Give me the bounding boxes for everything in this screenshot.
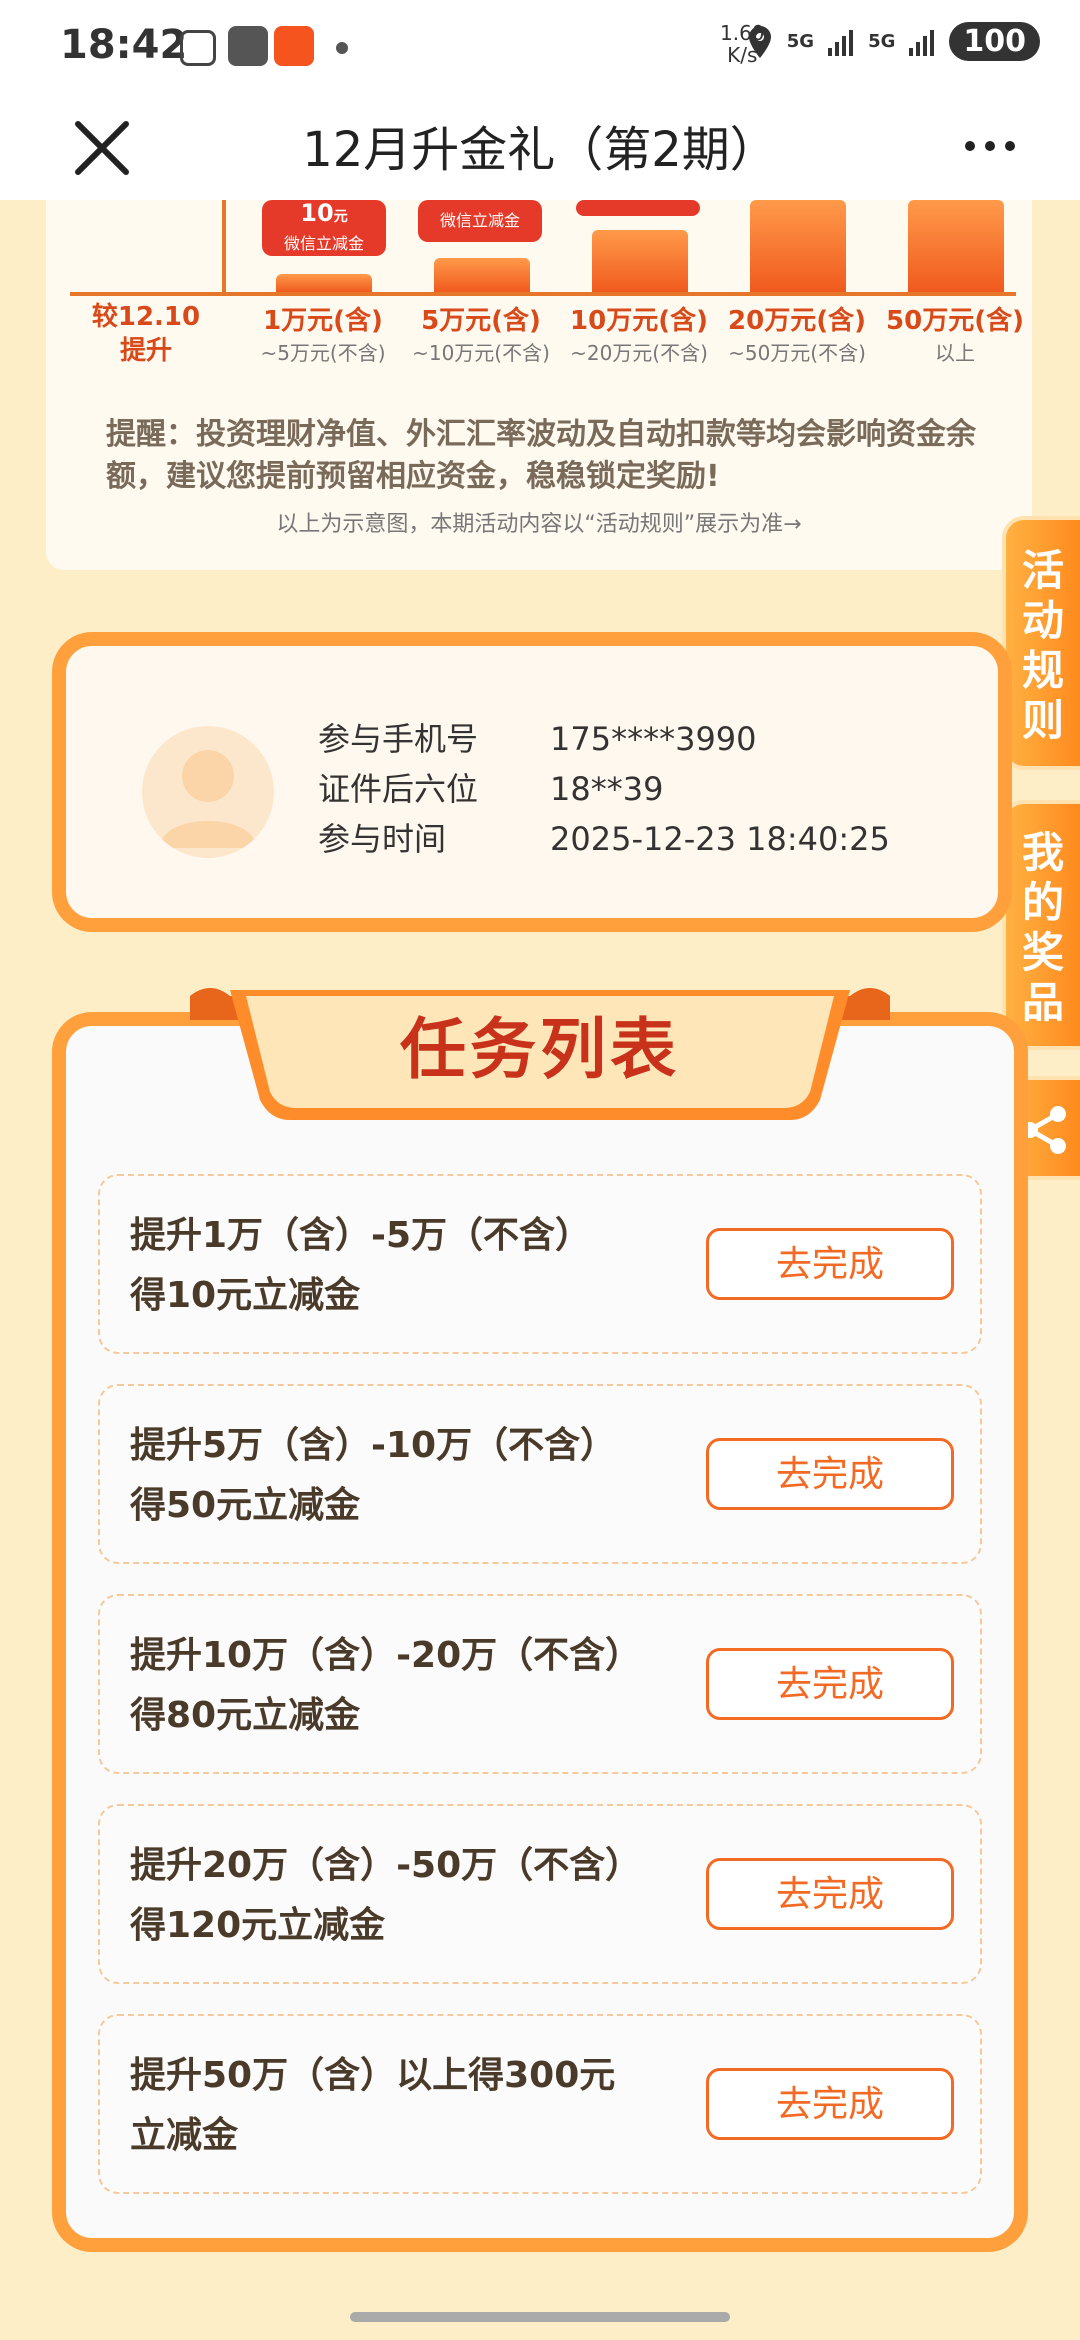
nav-bar: 12月升金礼（第2期）: [0, 96, 1080, 200]
avatar: [142, 726, 274, 858]
chart-bar-5: [908, 200, 1004, 292]
info-row-phone: 参与手机号 175****3990: [318, 720, 757, 758]
coupon-badge: 10元 微信立减金: [262, 200, 386, 256]
battery-level: 100: [949, 22, 1040, 61]
coupon-value: 10元: [300, 199, 348, 227]
chart-y-axis: [222, 200, 226, 292]
task-item-1: 提升1万（含）-5万（不含） 得10元立减金 去完成: [98, 1174, 982, 1354]
complete-task-button[interactable]: 去完成: [706, 1858, 954, 1930]
chart-x-axis: [70, 292, 1016, 296]
rules-note-link[interactable]: 以上为示意图，本期活动内容以“活动规则”展示为准→: [46, 506, 1032, 538]
my-prizes-tab[interactable]: 我的奖品: [1002, 800, 1080, 1050]
reward-chart-card: 10元 微信立减金 微信立减金 较12.10提升 1万元(含) ~5万元(不含) …: [46, 200, 1032, 570]
task-item-3: 提升10万（含）-20万（不含） 得80元立减金 去完成: [98, 1594, 982, 1774]
task-desc: 提升20万（含）-50万（不含） 得120元立减金: [130, 1845, 642, 1946]
chart-bar-1: [276, 274, 372, 292]
info-row-id: 证件后六位 18**39: [318, 770, 664, 808]
coupon-label: 微信立减金: [283, 234, 364, 253]
tier-label-3: 10万元(含) ~20万元(不含): [570, 306, 708, 365]
tier-label-5: 50万元(含) 以上: [886, 306, 1024, 365]
status-bar: 18:42 1.60 K/s 5G 5G 100: [0, 0, 1080, 96]
complete-task-button[interactable]: 去完成: [706, 1438, 954, 1510]
screenshot-icon: [180, 30, 216, 66]
app-orange-icon: [274, 26, 314, 66]
complete-task-button[interactable]: 去完成: [706, 1228, 954, 1300]
home-indicator[interactable]: [350, 2312, 730, 2322]
network-type-2: 5G: [868, 30, 896, 52]
task-list-title: 任务列表: [400, 1011, 680, 1088]
status-time: 18:42: [60, 22, 188, 68]
notification-dot-icon: [336, 42, 348, 54]
chart-first-label: 较12.10提升: [91, 302, 201, 366]
app-check-icon: [228, 26, 268, 66]
activity-rules-tab[interactable]: 活动规则: [1002, 516, 1080, 770]
participant-info-card: 参与手机号 175****3990 证件后六位 18**39 参与时间 2025-12…: [52, 632, 1012, 932]
coupon-label-2: 微信立减金: [439, 211, 520, 230]
chart-bar-2: [434, 258, 530, 292]
coupon-badge-2: 微信立减金: [418, 200, 542, 242]
status-right-group: 5G 5G 100: [747, 22, 1040, 61]
coupon-badge-3: [576, 200, 700, 216]
tier-label-4: 20万元(含) ~50万元(不含): [728, 306, 866, 365]
signal-icon-2: [909, 29, 935, 56]
page-title: 12月升金礼（第2期）: [302, 122, 778, 178]
activity-rules-label: 活动规则: [1021, 546, 1064, 745]
chart-bar-3: [592, 230, 688, 292]
id-value: 18**39: [550, 770, 664, 808]
task-item-5: 提升50万（含）以上得300元 立减金 去完成: [98, 2014, 982, 2194]
user-avatar-icon: [160, 750, 256, 848]
my-prizes-label: 我的奖品: [1021, 828, 1064, 1027]
task-item-4: 提升20万（含）-50万（不含） 得120元立减金 去完成: [98, 1804, 982, 1984]
task-desc: 提升50万（含）以上得300元 立减金: [130, 2055, 616, 2156]
time-value: 2025-12-23 18:40:25: [550, 820, 890, 858]
phone-value: 175****3990: [550, 720, 757, 758]
signal-icon-1: [828, 29, 854, 56]
info-row-time: 参与时间 2025-12-23 18:40:25: [318, 820, 890, 858]
complete-task-button[interactable]: 去完成: [706, 2068, 954, 2140]
task-desc: 提升5万（含）-10万（不含） 得50元立减金: [130, 1425, 617, 1526]
tier-label-2: 5万元(含) ~10万元(不含): [412, 306, 550, 365]
chart-bar-4: [750, 200, 846, 292]
location-icon: [748, 25, 771, 58]
task-desc: 提升10万（含）-20万（不含） 得80元立减金: [130, 1635, 642, 1736]
more-icon[interactable]: [960, 126, 1020, 166]
network-type-1: 5G: [786, 30, 815, 52]
reminder-text: 提醒：投资理财净值、外汇汇率波动及自动扣款等均会影响资金余额，建议您提前预留相应…: [106, 417, 976, 494]
task-desc: 提升1万（含）-5万（不含） 得10元立减金: [130, 1215, 592, 1316]
complete-task-button[interactable]: 去完成: [706, 1648, 954, 1720]
tier-label-1: 1万元(含) ~5万元(不含): [260, 306, 386, 365]
task-item-2: 提升5万（含）-10万（不含） 得50元立减金 去完成: [98, 1384, 982, 1564]
